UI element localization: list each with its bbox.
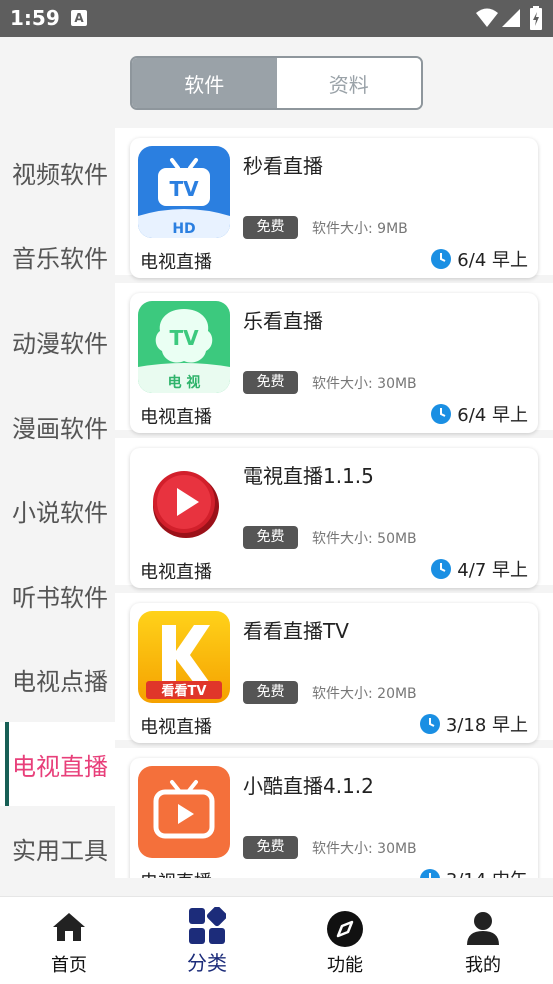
user-icon <box>467 912 499 945</box>
svg-text:TV: TV <box>169 177 199 201</box>
sidebar-item-comic[interactable]: 漫画软件 <box>0 384 115 468</box>
sidebar-item-anime[interactable]: 动漫软件 <box>0 299 115 383</box>
app-date: 4/7 早上 <box>431 556 528 582</box>
app-category: 电视直播 <box>140 717 212 738</box>
app-date-text: 6/4 早上 <box>457 250 528 271</box>
play-red-app-icon <box>138 456 230 548</box>
segment-tab-materials[interactable]: 资料 <box>276 58 421 108</box>
app-card[interactable]: TV HD 秒看直播 免费 软件大小: 9MB 电视直播 6/4 早上 <box>130 138 538 278</box>
app-card[interactable]: TV 电 视 乐看直播 免费 软件大小: 30MB 电视直播 6/4 早上 <box>130 293 538 433</box>
app-card[interactable]: 看看TV 看看直播TV 免费 软件大小: 20MB 电视直播 3/18 早上 <box>130 603 538 743</box>
free-badge: 免费 <box>243 681 298 704</box>
app-category: 电视直播 <box>140 407 212 428</box>
nav-home-label: 首页 <box>51 955 87 976</box>
app-list: TV HD 秒看直播 免费 软件大小: 9MB 电视直播 6/4 早上 TV 电… <box>115 128 553 878</box>
nav-features-label: 功能 <box>327 955 363 976</box>
notification-a-icon: A <box>71 10 87 26</box>
free-badge: 免费 <box>243 216 298 239</box>
tv-hd-app-icon: TV HD <box>138 146 230 238</box>
app-date: 6/4 早上 <box>431 246 528 272</box>
battery-icon <box>530 6 542 30</box>
app-size: 软件大小: 20MB <box>312 686 417 702</box>
svg-text:HD: HD <box>172 221 195 237</box>
app-card[interactable]: 小酷直播4.1.2 免费 软件大小: 30MB 电视直播 3/14 中午 <box>130 758 538 878</box>
app-date-text: 4/7 早上 <box>457 560 528 581</box>
app-title: 小酷直播4.1.2 <box>243 774 374 798</box>
sidebar-item-video[interactable]: 视频软件 <box>0 130 115 214</box>
nav-profile-label: 我的 <box>465 955 501 976</box>
free-badge: 免费 <box>243 526 298 549</box>
app-size: 软件大小: 50MB <box>312 531 417 547</box>
app-date: 3/18 早上 <box>419 711 528 737</box>
app-size: 软件大小: 9MB <box>312 221 408 237</box>
home-icon <box>53 913 85 941</box>
nav-profile[interactable]: 我的 <box>414 897 552 984</box>
status-time: 1:59 <box>10 6 60 30</box>
signal-icon <box>502 9 520 27</box>
app-date-text: 3/18 早上 <box>445 715 528 736</box>
category-icon <box>189 907 226 944</box>
app-date: 6/4 早上 <box>431 401 528 427</box>
segment-tab-software[interactable]: 软件 <box>132 58 277 108</box>
svg-text:TV: TV <box>169 326 199 350</box>
app-date: 3/14 中午 <box>419 866 528 878</box>
compass-icon <box>327 911 363 947</box>
sidebar-item-novel[interactable]: 小说软件 <box>0 468 115 552</box>
app-title: 秒看直播 <box>243 154 323 178</box>
tv-orange-app-icon <box>138 766 230 858</box>
sidebar-item-tv-vod[interactable]: 电视点播 <box>0 637 115 721</box>
status-bar: 1:59 A <box>0 0 553 37</box>
app-size: 软件大小: 30MB <box>312 376 417 392</box>
sidebar-item-audiobook[interactable]: 听书软件 <box>0 553 115 637</box>
app-title: 看看直播TV <box>243 619 349 643</box>
app-date-text: 3/14 中午 <box>446 866 528 878</box>
app-title: 乐看直播 <box>243 309 323 333</box>
clock-icon <box>431 249 452 269</box>
clock-icon <box>419 714 440 734</box>
nav-category-label: 分类 <box>187 951 227 975</box>
nav-home[interactable]: 首页 <box>0 897 138 984</box>
wifi-icon <box>476 8 498 27</box>
sidebar-item-tools[interactable]: 实用工具 <box>0 806 115 890</box>
sidebar-item-tv-live[interactable]: 电视直播 <box>0 722 115 806</box>
app-title: 電視直播1.1.5 <box>243 464 374 488</box>
svg-text:电 视: 电 视 <box>168 374 201 391</box>
free-badge: 免费 <box>243 836 298 859</box>
sidebar-item-music[interactable]: 音乐软件 <box>0 214 115 298</box>
kankan-tv-app-icon: 看看TV <box>138 611 230 703</box>
app-category: 电视直播 <box>140 868 212 878</box>
clock-icon <box>419 869 440 878</box>
clock-icon <box>431 404 452 424</box>
category-sidebar: 视频软件 音乐软件 动漫软件 漫画软件 小说软件 听书软件 电视点播 电视直播 … <box>0 128 115 878</box>
app-card[interactable]: 電視直播1.1.5 免费 软件大小: 50MB 电视直播 4/7 早上 <box>130 448 538 588</box>
app-date-text: 6/4 早上 <box>457 405 528 426</box>
app-category: 电视直播 <box>140 562 212 583</box>
app-size: 软件大小: 30MB <box>312 841 417 857</box>
app-category: 电视直播 <box>140 252 212 273</box>
segment-control: 软件 资料 <box>130 56 423 110</box>
free-badge: 免费 <box>243 371 298 394</box>
nav-category[interactable]: 分类 <box>138 897 276 984</box>
nav-features[interactable]: 功能 <box>276 897 414 984</box>
bottom-nav: 首页 分类 功能 我的 <box>0 896 553 984</box>
svg-text:看看TV: 看看TV <box>162 683 207 699</box>
clock-icon <box>431 559 452 579</box>
tv-green-app-icon: TV 电 视 <box>138 301 230 393</box>
